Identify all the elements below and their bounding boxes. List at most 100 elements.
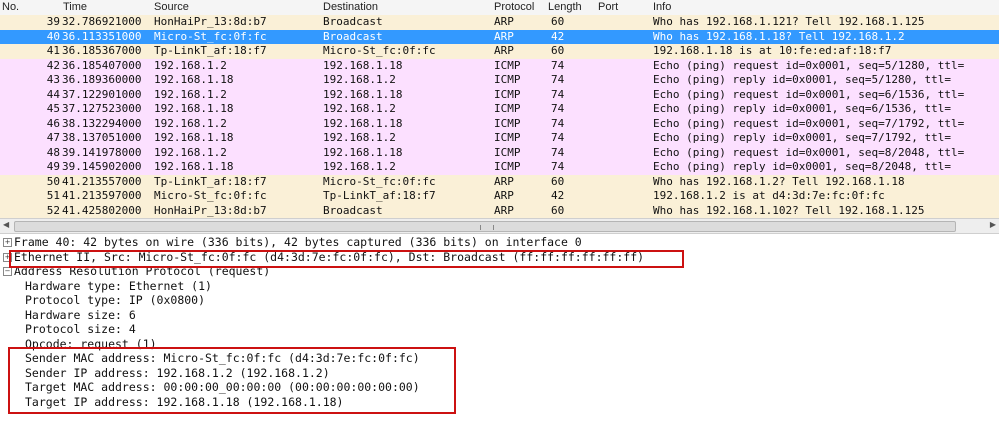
packet-no: 39 [46, 15, 60, 28]
packet-protocol: ICMP [494, 131, 521, 144]
packet-row[interactable]: 42 36.185407000 192.168.1.2 192.168.1.18 ICM… [0, 58, 999, 73]
column-header-time[interactable]: Time [63, 1, 87, 13]
scroll-left-arrow-icon[interactable]: ◀ [3, 220, 9, 229]
packet-no: 51 [46, 189, 60, 202]
packet-info: Echo (ping) reply id=0x0001, seq=6/1536,… [653, 102, 952, 115]
packet-source: Tp-LinkT_af:18:f7 [154, 44, 267, 57]
packet-list-header: No. Time Source Destination Protocol Len… [0, 0, 999, 16]
packet-row[interactable]: 48 39.141978000 192.168.1.2 192.168.1.18 ICM… [0, 145, 999, 160]
packet-length: 60 [551, 44, 565, 57]
packet-no: 49 [46, 160, 60, 173]
field-text: Hardware type: Ethernet (1) [25, 278, 212, 293]
packet-row[interactable]: 45 37.127523000 192.168.1.18 192.168.1.2 ICM… [0, 102, 999, 117]
packet-row[interactable]: 49 39.145902000 192.168.1.18 192.168.1.2 ICM… [0, 160, 999, 175]
packet-row[interactable]: 43 36.189360000 192.168.1.18 192.168.1.2 ICM… [0, 73, 999, 88]
packet-source: 192.168.1.18 [154, 160, 234, 173]
packet-destination: Broadcast [323, 15, 383, 28]
packet-info: Echo (ping) request id=0x0001, seq=6/153… [653, 87, 965, 101]
column-header-destination[interactable]: Destination [323, 1, 378, 13]
packet-info: Echo (ping) reply id=0x0001, seq=5/1280,… [653, 73, 952, 86]
arp-field-protocol-size[interactable]: Protocol size: 4 [0, 322, 999, 337]
packet-info: Echo (ping) request id=0x0001, seq=5/128… [653, 58, 965, 72]
packet-source: Micro-St_fc:0f:fc [154, 29, 267, 43]
packet-protocol: ICMP [494, 160, 521, 173]
packet-row[interactable]: 44 37.122901000 192.168.1.2 192.168.1.18 ICM… [0, 87, 999, 102]
packet-length: 60 [551, 203, 565, 217]
packet-length: 42 [551, 29, 565, 43]
column-header-no[interactable]: No. [2, 1, 19, 13]
packet-row[interactable]: 41 36.185367000 Tp-LinkT_af:18:f7 Micro-St_… [0, 44, 999, 59]
packet-source: 192.168.1.2 [154, 145, 227, 159]
packet-time: 38.137051000 [62, 131, 142, 144]
field-text: Hardware size: 6 [25, 307, 136, 322]
packet-info: 192.168.1.18 is at 10:fe:ed:af:18:f7 [653, 44, 892, 57]
packet-destination: 192.168.1.18 [323, 145, 403, 159]
packet-row[interactable]: 39 32.786921000 HonHaiPr_13:8d:b7 Broadcast… [0, 15, 999, 30]
packet-time: 39.141978000 [62, 145, 142, 159]
column-header-protocol[interactable]: Protocol [494, 1, 534, 13]
scroll-right-arrow-icon[interactable]: ▶ [990, 220, 996, 229]
tree-item-frame[interactable]: + Frame 40: 42 bytes on wire (336 bits), … [0, 235, 999, 250]
packet-source: Micro-St_fc:0f:fc [154, 189, 267, 202]
packet-list[interactable]: 39 32.786921000 HonHaiPr_13:8d:b7 Broadcast… [0, 15, 999, 218]
packet-length: 60 [551, 15, 565, 28]
packet-info: 192.168.1.2 is at d4:3d:7e:fc:0f:fc [653, 189, 885, 202]
column-header-source[interactable]: Source [154, 1, 189, 13]
collapse-minus-icon[interactable]: − [3, 267, 12, 276]
packet-no: 46 [46, 116, 60, 130]
packet-row[interactable]: 50 41.213557000 Tp-LinkT_af:18:f7 Micro-St_… [0, 174, 999, 189]
packet-length: 42 [551, 189, 565, 202]
packet-source: 192.168.1.18 [154, 131, 234, 144]
column-header-info[interactable]: Info [653, 1, 671, 13]
packet-info: Echo (ping) request id=0x0001, seq=7/179… [653, 116, 965, 130]
packet-protocol: ARP [494, 203, 514, 217]
packet-time: 37.122901000 [62, 87, 142, 101]
packet-no: 48 [46, 145, 60, 159]
packet-list-horizontal-scrollbar[interactable]: ◀ ▶ [0, 218, 999, 234]
packet-source: 192.168.1.2 [154, 58, 227, 72]
packet-row-selected[interactable]: 40 36.113351000 Micro-St_fc:0f:fc Broadcast… [0, 29, 999, 44]
packet-time: 41.213557000 [62, 174, 142, 188]
expand-plus-icon[interactable]: + [3, 238, 12, 247]
arp-field-hardware-type[interactable]: Hardware type: Ethernet (1) [0, 279, 999, 294]
packet-info: Who has 192.168.1.2? Tell 192.168.1.18 [653, 174, 905, 188]
packet-source: 192.168.1.18 [154, 73, 234, 86]
packet-source: Tp-LinkT_af:18:f7 [154, 174, 267, 188]
column-header-length[interactable]: Length [548, 1, 582, 13]
arp-field-protocol-type[interactable]: Protocol type: IP (0x0800) [0, 293, 999, 308]
scrollbar-grip-icon [480, 225, 494, 230]
packet-time: 37.127523000 [62, 102, 142, 115]
packet-no: 47 [46, 131, 60, 144]
packet-destination: 192.168.1.2 [323, 131, 396, 144]
packet-source: 192.168.1.2 [154, 87, 227, 101]
packet-info: Echo (ping) reply id=0x0001, seq=7/1792,… [653, 131, 952, 144]
packet-row[interactable]: 51 41.213597000 Micro-St_fc:0f:fc Tp-LinkT_… [0, 189, 999, 204]
packet-protocol: ARP [494, 189, 514, 202]
packet-no: 50 [46, 174, 60, 188]
packet-time: 38.132294000 [62, 116, 142, 130]
packet-protocol: ICMP [494, 116, 521, 130]
packet-protocol: ARP [494, 44, 514, 57]
packet-row[interactable]: 46 38.132294000 192.168.1.2 192.168.1.18 ICM… [0, 116, 999, 131]
field-text: Protocol type: IP (0x0800) [25, 293, 206, 307]
packet-row[interactable]: 47 38.137051000 192.168.1.18 192.168.1.2 ICM… [0, 131, 999, 146]
packet-destination: Broadcast [323, 29, 383, 43]
packet-destination: 192.168.1.2 [323, 160, 396, 173]
packet-destination: Broadcast [323, 203, 383, 217]
packet-source: 192.168.1.2 [154, 116, 227, 130]
packet-row[interactable]: 52 41.425802000 HonHaiPr_13:8d:b7 Broadcast… [0, 203, 999, 218]
packet-no: 45 [46, 102, 60, 115]
arp-field-hardware-size[interactable]: Hardware size: 6 [0, 308, 999, 323]
packet-length: 74 [551, 131, 565, 144]
scrollbar-thumb[interactable] [14, 221, 956, 232]
packet-time: 36.185407000 [62, 58, 142, 72]
packet-destination: 192.168.1.18 [323, 87, 403, 101]
packet-info: Who has 192.168.1.121? Tell 192.168.1.12… [653, 15, 925, 28]
packet-time: 36.185367000 [62, 44, 142, 57]
packet-protocol: ARP [494, 174, 514, 188]
packet-source: HonHaiPr_13:8d:b7 [154, 203, 267, 217]
column-header-port[interactable]: Port [598, 1, 618, 13]
packet-length: 60 [551, 174, 565, 188]
packet-destination: Tp-LinkT_af:18:f7 [323, 189, 436, 202]
packet-info: Echo (ping) reply id=0x0001, seq=8/2048,… [653, 160, 952, 173]
